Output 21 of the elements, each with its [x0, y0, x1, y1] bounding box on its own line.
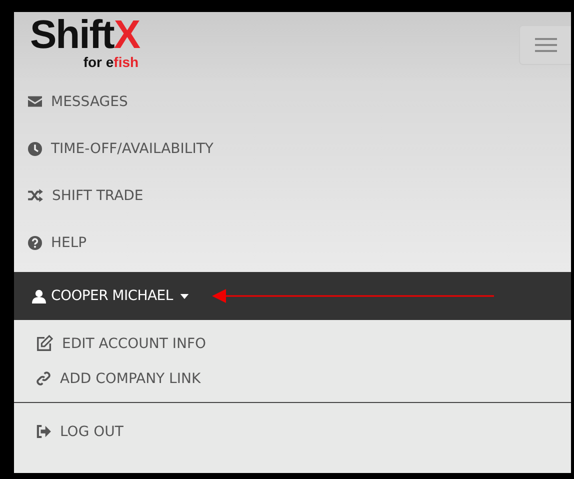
edit-icon: [36, 335, 53, 352]
link-icon: [36, 371, 51, 386]
caret-icon: [180, 294, 189, 298]
nav-item[interactable]: TIME-OFF/AVAILABILITY: [14, 125, 214, 172]
help-icon: [28, 236, 42, 250]
envelope-icon: [28, 96, 42, 107]
dropdown-item[interactable]: EDIT ACCOUNT INFO: [36, 326, 206, 361]
nav-item[interactable]: MESSAGES: [14, 78, 128, 125]
shuffle-icon: [28, 189, 43, 202]
menu-button[interactable]: [519, 25, 571, 65]
logo: ShiftX: [30, 16, 140, 54]
nav-item[interactable]: SHIFT TRADE: [14, 172, 144, 219]
dropdown-item[interactable]: ADD COMPANY LINK: [36, 361, 201, 396]
logo-tagline: for efish: [83, 54, 139, 70]
dropdown-item[interactable]: LOG OUT: [36, 414, 124, 449]
user-icon: [32, 288, 46, 304]
logout-icon: [36, 425, 51, 438]
menu-icon: [534, 37, 556, 53]
user-menu-toggle[interactable]: COOPER MICHAEL: [14, 272, 571, 320]
clock-icon: [28, 142, 42, 156]
nav-item[interactable]: HELP: [14, 219, 87, 266]
